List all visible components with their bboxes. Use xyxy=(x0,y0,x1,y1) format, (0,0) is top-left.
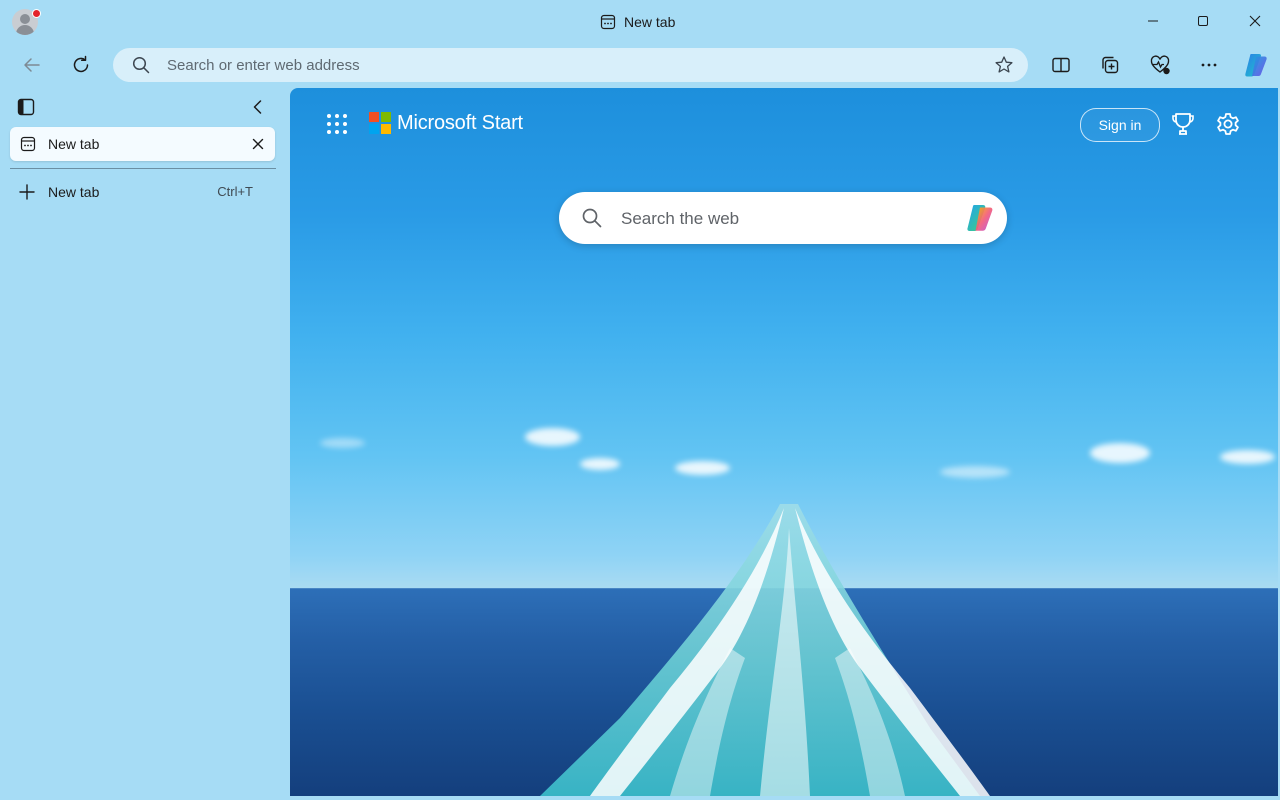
logo-square-yellow xyxy=(381,124,391,134)
collections-button[interactable] xyxy=(1093,48,1127,82)
split-screen-icon xyxy=(1052,57,1070,73)
search-icon xyxy=(582,208,602,228)
web-search-box[interactable]: Search the web xyxy=(559,192,1007,244)
close-window-button[interactable] xyxy=(1233,6,1277,36)
copilot-button[interactable] xyxy=(1239,48,1273,82)
brand-name[interactable]: Microsoft Start xyxy=(397,112,523,135)
tab-actions-icon[interactable] xyxy=(17,98,35,116)
tab-label: New tab xyxy=(48,136,100,152)
maximize-button[interactable] xyxy=(1181,6,1225,36)
heart-pulse-icon xyxy=(1150,55,1170,75)
vertical-tabs-pane: New tab New tab Ctrl+T xyxy=(0,88,290,800)
tab-page-icon xyxy=(20,136,36,152)
new-tab-button[interactable]: New tab Ctrl+T xyxy=(10,178,275,206)
copilot-icon xyxy=(1245,54,1267,77)
logo-square-blue xyxy=(369,124,379,134)
address-input[interactable]: Search or enter web address xyxy=(167,57,360,74)
close-tab-icon[interactable] xyxy=(250,136,266,152)
logo-square-red xyxy=(369,112,379,122)
gear-icon[interactable] xyxy=(1215,111,1241,137)
minimize-button[interactable] xyxy=(1131,6,1175,36)
window-title: New tab xyxy=(600,12,675,32)
sign-in-button[interactable]: Sign in xyxy=(1080,108,1160,142)
trophy-icon[interactable] xyxy=(1170,111,1196,137)
title-bar: New tab xyxy=(0,0,1280,42)
search-icon xyxy=(132,56,150,74)
split-screen-button[interactable] xyxy=(1044,48,1078,82)
tabs-divider xyxy=(10,168,276,169)
chevron-left-icon[interactable] xyxy=(248,97,268,117)
notification-dot xyxy=(32,9,41,18)
browser-window: New tab Search or enter web address New … xyxy=(0,0,1280,800)
back-arrow-icon xyxy=(24,58,40,72)
performance-button[interactable] xyxy=(1143,48,1177,82)
refresh-button[interactable] xyxy=(64,48,98,82)
back-button[interactable] xyxy=(15,48,49,82)
maximize-icon xyxy=(1198,16,1208,26)
tab-new-tab[interactable]: New tab xyxy=(10,127,275,161)
more-button[interactable] xyxy=(1192,48,1226,82)
copilot-icon[interactable] xyxy=(963,201,997,235)
new-tab-page: Microsoft Start Sign in Search the web xyxy=(290,88,1278,796)
web-search-input[interactable]: Search the web xyxy=(621,209,739,229)
tab-page-icon xyxy=(600,14,616,30)
new-tab-label: New tab xyxy=(48,184,100,200)
apps-grid-icon[interactable] xyxy=(326,113,348,135)
toolbar: Search or enter web address xyxy=(0,42,1280,88)
plus-icon xyxy=(19,184,35,200)
window-title-text: New tab xyxy=(624,14,676,30)
more-dots-icon xyxy=(1201,63,1217,67)
star-icon[interactable] xyxy=(994,55,1014,75)
microsoft-logo[interactable] xyxy=(369,112,391,134)
logo-square-green xyxy=(381,112,391,122)
close-icon xyxy=(1249,15,1261,27)
new-tab-shortcut: Ctrl+T xyxy=(217,184,253,199)
minimize-icon xyxy=(1148,20,1158,22)
address-bar[interactable]: Search or enter web address xyxy=(113,48,1028,82)
refresh-icon xyxy=(73,55,89,73)
collections-icon xyxy=(1102,56,1119,74)
